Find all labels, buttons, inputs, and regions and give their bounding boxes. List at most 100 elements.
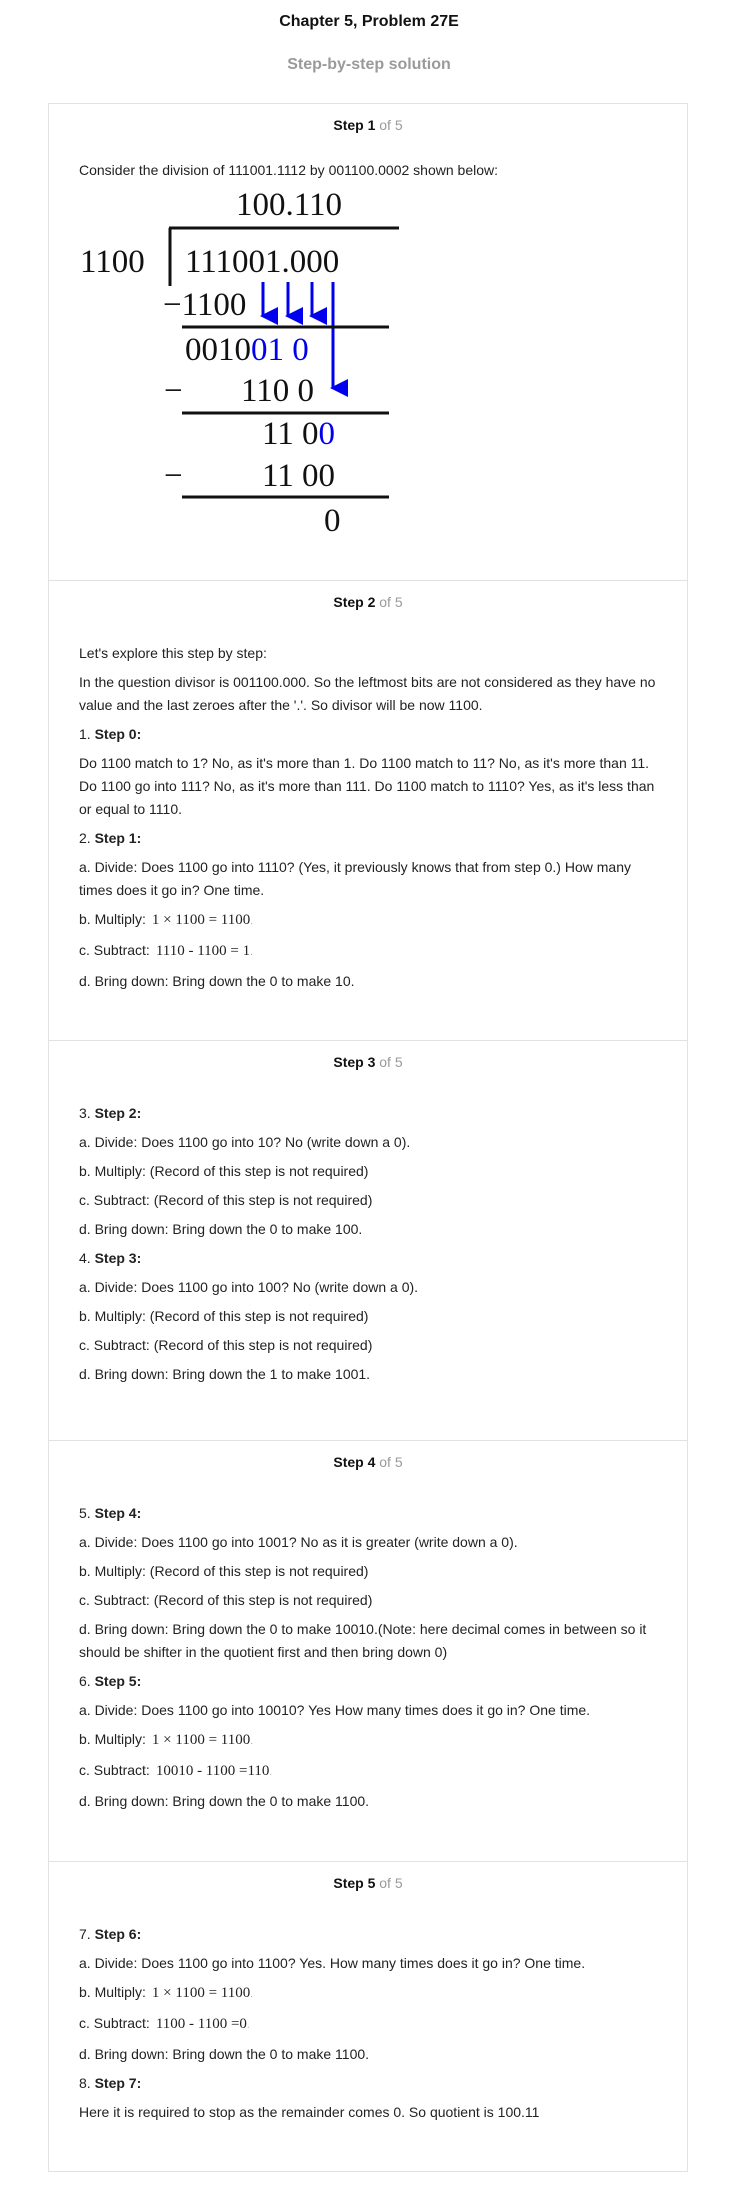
- final-remainder: 0: [324, 503, 341, 539]
- remainder-1-black: 0010: [185, 332, 251, 368]
- step-count: of 5: [379, 1875, 403, 1891]
- math-expression: 1 × 1100 = 1100: [151, 1985, 251, 2001]
- substep-number: 4.: [79, 1250, 91, 1266]
- multiply-line: b. Multiply: (Record of this step is not…: [79, 1563, 369, 1579]
- line-label: c. Subtract:: [79, 942, 150, 958]
- substep-number: 5.: [79, 1505, 91, 1521]
- page-header: Chapter 5, Problem 27E Step-by-step solu…: [0, 0, 738, 76]
- substep-heading: 3. Step 2:: [79, 1102, 657, 1125]
- math-expression: 1 × 1100 = 1100: [151, 1732, 251, 1748]
- remainder-2-black: 11 0: [262, 416, 319, 452]
- step-3-content: 3. Step 2: a. Divide: Does 1100 go into …: [49, 1102, 687, 1386]
- multiply-line: b. Multiply: (Record of this step is not…: [79, 1163, 369, 1179]
- bring-down-line: d. Bring down: Bring down the 0 to make …: [79, 973, 355, 989]
- line-label: b. Multiply:: [79, 1731, 146, 1747]
- substep-title: Step 1:: [94, 830, 142, 846]
- step-count: of 5: [379, 117, 403, 133]
- subtract-3: 11 00: [262, 458, 335, 494]
- substep-title: Step 5:: [94, 1673, 142, 1689]
- paragraph: Do 1100 match to 1? No, as it's more tha…: [79, 755, 655, 817]
- step-count: of 5: [379, 594, 403, 610]
- math-expression: 1 × 1100 = 1100: [151, 912, 251, 928]
- remainder-1: 001001 0: [185, 332, 309, 368]
- step-1-card: Step 1 of 5 Consider the division of 111…: [48, 103, 688, 581]
- step-label: Step 2: [333, 594, 376, 610]
- substep-number: 2.: [79, 830, 91, 846]
- step-5-heading: Step 5 of 5: [49, 1875, 687, 1891]
- math-expression: 1100 - 1100 =0: [155, 2016, 247, 2032]
- conclusion: Here it is required to stop as the remai…: [79, 2104, 540, 2120]
- step-4-content: 5. Step 4: a. Divide: Does 1100 go into …: [49, 1502, 687, 1813]
- substep-number: 6.: [79, 1673, 91, 1689]
- bring-down-line: d. Bring down: Bring down the 1 to make …: [79, 1366, 371, 1382]
- step-2-heading: Step 2 of 5: [49, 594, 687, 610]
- step-2-content: Let's explore this step by step: In the …: [49, 642, 687, 993]
- subtract-2: 110 0: [241, 373, 314, 409]
- math-expression: 1110 - 1100 = 1: [155, 943, 251, 959]
- bring-down-line: d. Bring down: Bring down the 0 to make …: [79, 2046, 370, 2062]
- step-4-heading: Step 4 of 5: [49, 1454, 687, 1470]
- step-3-card: Step 3 of 5 3. Step 2: a. Divide: Does 1…: [48, 1041, 688, 1441]
- minus-3: −: [164, 458, 183, 494]
- page-subtitle: Step-by-step solution: [287, 56, 451, 73]
- long-division-figure: 100.110 1100 111001.000 −1100 001001 0 −…: [80, 187, 399, 539]
- multiply-line: b. Multiply: 1 × 1100 = 1100.: [79, 911, 254, 928]
- substep-heading: 7. Step 6:: [79, 1923, 657, 1946]
- substep-heading: 1. Step 0:: [79, 723, 657, 746]
- line-label: c. Subtract:: [79, 2015, 150, 2031]
- step-label: Step 5: [333, 1875, 376, 1891]
- bring-down-line: d. Bring down: Bring down the 0 to make …: [79, 1793, 370, 1809]
- step-count: of 5: [379, 1454, 403, 1470]
- step-5-card: Step 5 of 5 7. Step 6: a. Divide: Does 1…: [48, 1862, 688, 2172]
- line-label: b. Multiply:: [79, 911, 146, 927]
- subtract-line: c. Subtract: 10010 - 1100 =110.: [79, 1762, 273, 1779]
- substep-number: 8.: [79, 2075, 91, 2091]
- substep-title: Step 0:: [94, 726, 142, 742]
- multiply-line: b. Multiply: 1 × 1100 = 1100.: [79, 1731, 254, 1748]
- substep-heading: 8. Step 7:: [79, 2072, 657, 2095]
- page-title: Chapter 5, Problem 27E: [279, 13, 459, 30]
- step-1-heading: Step 1 of 5: [49, 117, 687, 133]
- divide-line: a. Divide: Does 1100 go into 1110? (Yes,…: [79, 859, 631, 898]
- divide-line: a. Divide: Does 1100 go into 10010? Yes …: [79, 1702, 591, 1718]
- divide-line: a. Divide: Does 1100 go into 1100? Yes. …: [79, 1955, 586, 1971]
- substep-heading: 2. Step 1:: [79, 827, 657, 850]
- bring-down-line: d. Bring down: Bring down the 0 to make …: [79, 1621, 647, 1660]
- substep-title: Step 2:: [94, 1105, 142, 1121]
- step-2-card: Step 2 of 5 Let's explore this step by s…: [48, 581, 688, 1041]
- subtract-line: c. Subtract: (Record of this step is not…: [79, 1337, 373, 1353]
- divide-line: a. Divide: Does 1100 go into 100? No (wr…: [79, 1279, 419, 1295]
- remainder-1-blue: 01 0: [251, 332, 309, 368]
- substep-heading: 4. Step 3:: [79, 1247, 657, 1270]
- substep-number: 3.: [79, 1105, 91, 1121]
- remainder-2: 11 00: [262, 416, 335, 452]
- subtract-line: c. Subtract: (Record of this step is not…: [79, 1192, 373, 1208]
- substep-title: Step 7:: [94, 2075, 142, 2091]
- minus-2: −: [164, 373, 183, 409]
- substep-number: 7.: [79, 1926, 91, 1942]
- divide-line: a. Divide: Does 1100 go into 1001? No as…: [79, 1534, 518, 1550]
- paragraph: Let's explore this step by step:: [79, 645, 267, 661]
- substep-title: Step 3:: [94, 1250, 142, 1266]
- remainder-2-blue: 0: [319, 416, 336, 452]
- substep-heading: 6. Step 5:: [79, 1670, 657, 1693]
- quotient: 100.110: [236, 187, 342, 223]
- step-4-card: Step 4 of 5 5. Step 4: a. Divide: Does 1…: [48, 1441, 688, 1862]
- multiply-line: b. Multiply: (Record of this step is not…: [79, 1308, 369, 1324]
- step-3-heading: Step 3 of 5: [49, 1054, 687, 1070]
- math-expression: 10010 - 1100 =110: [155, 1763, 270, 1779]
- subtract-line: c. Subtract: (Record of this step is not…: [79, 1592, 373, 1608]
- dividend: 111001.000: [185, 244, 339, 280]
- line-label: c. Subtract:: [79, 1762, 150, 1778]
- substep-title: Step 4:: [94, 1505, 142, 1521]
- substep-title: Step 6:: [94, 1926, 142, 1942]
- paragraph: In the question divisor is 001100.000. S…: [79, 674, 656, 713]
- subtract-line: c. Subtract: 1100 - 1100 =0.: [79, 2015, 250, 2032]
- step-label: Step 1: [333, 117, 376, 133]
- divisor: 1100: [80, 244, 145, 280]
- substep-number: 1.: [79, 726, 91, 742]
- subtract-line: c. Subtract: 1110 - 1100 = 1.: [79, 942, 253, 959]
- bring-down-line: d. Bring down: Bring down the 0 to make …: [79, 1221, 363, 1237]
- line-label: b. Multiply:: [79, 1984, 146, 2000]
- step-label: Step 4: [333, 1454, 376, 1470]
